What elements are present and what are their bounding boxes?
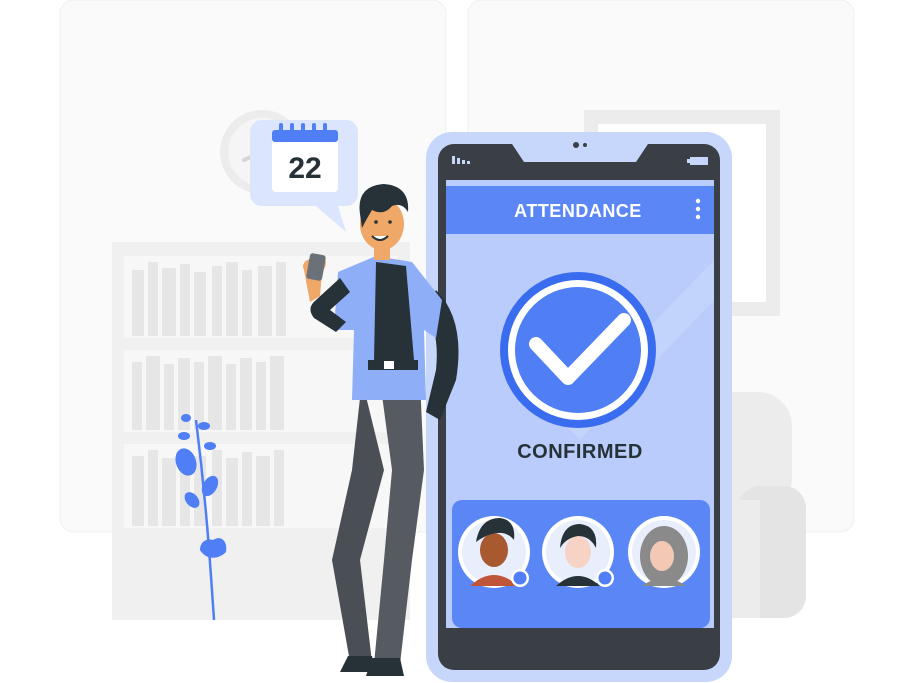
phone: ATTENDANCE CONFIRMED [426,132,732,682]
avatar[interactable] [458,516,530,588]
battery-icon [687,157,708,165]
avatar[interactable] [542,516,614,588]
kebab-menu-icon[interactable] [695,198,701,220]
check-circle-icon [500,272,656,428]
app-title: ATTENDANCE [514,201,642,221]
status-label: CONFIRMED [517,441,643,463]
calendar-icon: 22 [272,123,338,192]
calendar-day: 22 [288,152,321,185]
avatar[interactable] [628,516,700,588]
attendance-illustration: 22 ATTENDANCE CONFIRMED [59,0,855,682]
